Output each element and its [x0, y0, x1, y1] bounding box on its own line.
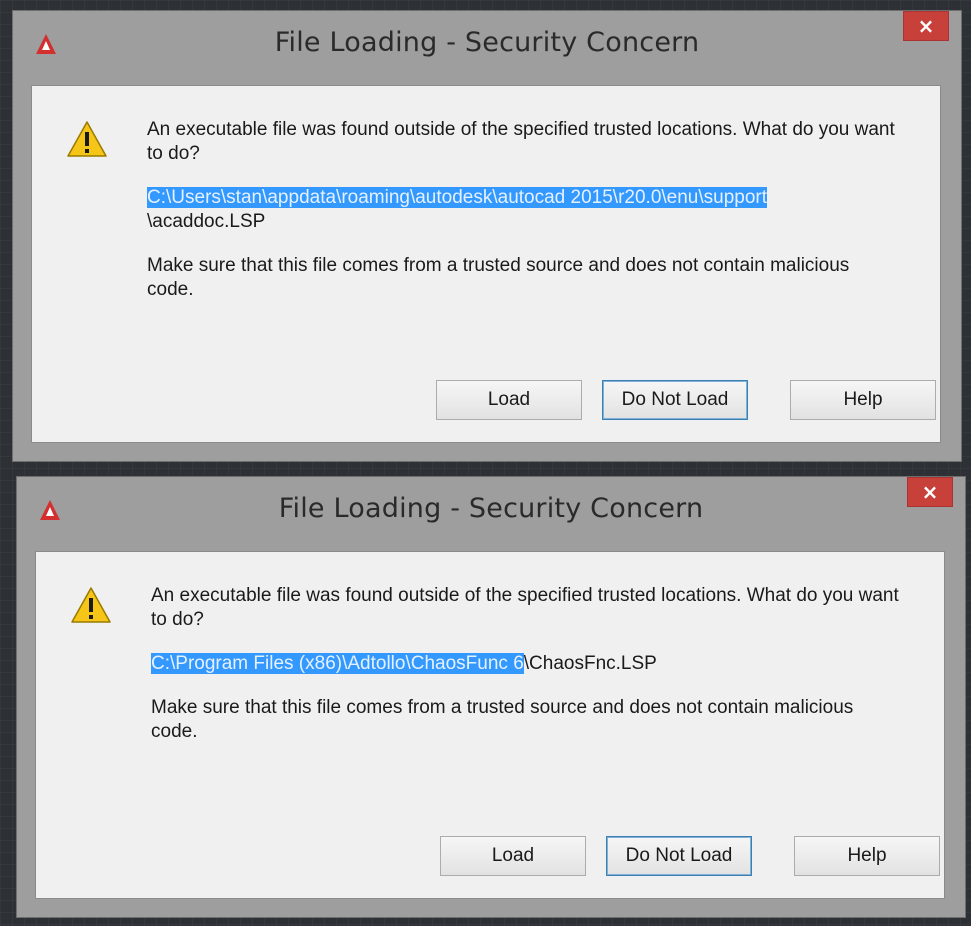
do-not-load-button[interactable]: Do Not Load — [606, 836, 752, 876]
dialog-body: An executable file was found outside of … — [31, 85, 941, 443]
dialog-title: File Loading - Security Concern — [278, 493, 704, 524]
path-selection: C:\Users\stan\appdata\roaming\autodesk\a… — [147, 187, 768, 208]
advice-text: Make sure that this file comes from a tr… — [147, 255, 850, 300]
close-icon: × — [921, 480, 939, 504]
close-button[interactable]: × — [907, 477, 953, 507]
security-dialog-2: File Loading - Security Concern × An exe… — [16, 476, 966, 918]
path-filename: \acaddoc.LSP — [147, 211, 266, 232]
help-button[interactable]: Help — [790, 380, 936, 420]
button-row: Load Do Not Load Help — [32, 380, 940, 422]
title-bar[interactable]: File Loading - Security Concern × — [17, 477, 965, 551]
load-button[interactable]: Load — [436, 380, 582, 420]
title-bar[interactable]: File Loading - Security Concern × — [13, 11, 961, 85]
do-not-load-button[interactable]: Do Not Load — [602, 380, 748, 420]
dialog-body: An executable file was found outside of … — [35, 551, 945, 899]
button-row: Load Do Not Load Help — [36, 836, 944, 878]
advice-text: Make sure that this file comes from a tr… — [151, 697, 854, 742]
security-dialog-1: File Loading - Security Concern × An exe… — [12, 10, 962, 462]
file-path[interactable]: C:\Users\stan\appdata\roaming\autodesk\a… — [147, 186, 900, 234]
path-selection: C:\Program Files (x86)\Adtollo\ChaosFunc… — [151, 653, 524, 674]
close-button[interactable]: × — [903, 11, 949, 41]
warning-icon — [67, 121, 107, 157]
load-button[interactable]: Load — [440, 836, 586, 876]
warning-icon — [71, 587, 111, 623]
message-text: An executable file was found outside of … — [151, 585, 899, 630]
help-button[interactable]: Help — [794, 836, 940, 876]
message-text: An executable file was found outside of … — [147, 119, 895, 164]
file-path[interactable]: C:\Program Files (x86)\Adtollo\ChaosFunc… — [151, 652, 904, 676]
close-icon: × — [917, 14, 935, 38]
dialog-title: File Loading - Security Concern — [274, 27, 700, 58]
path-filename: \ChaosFnc.LSP — [523, 653, 657, 674]
